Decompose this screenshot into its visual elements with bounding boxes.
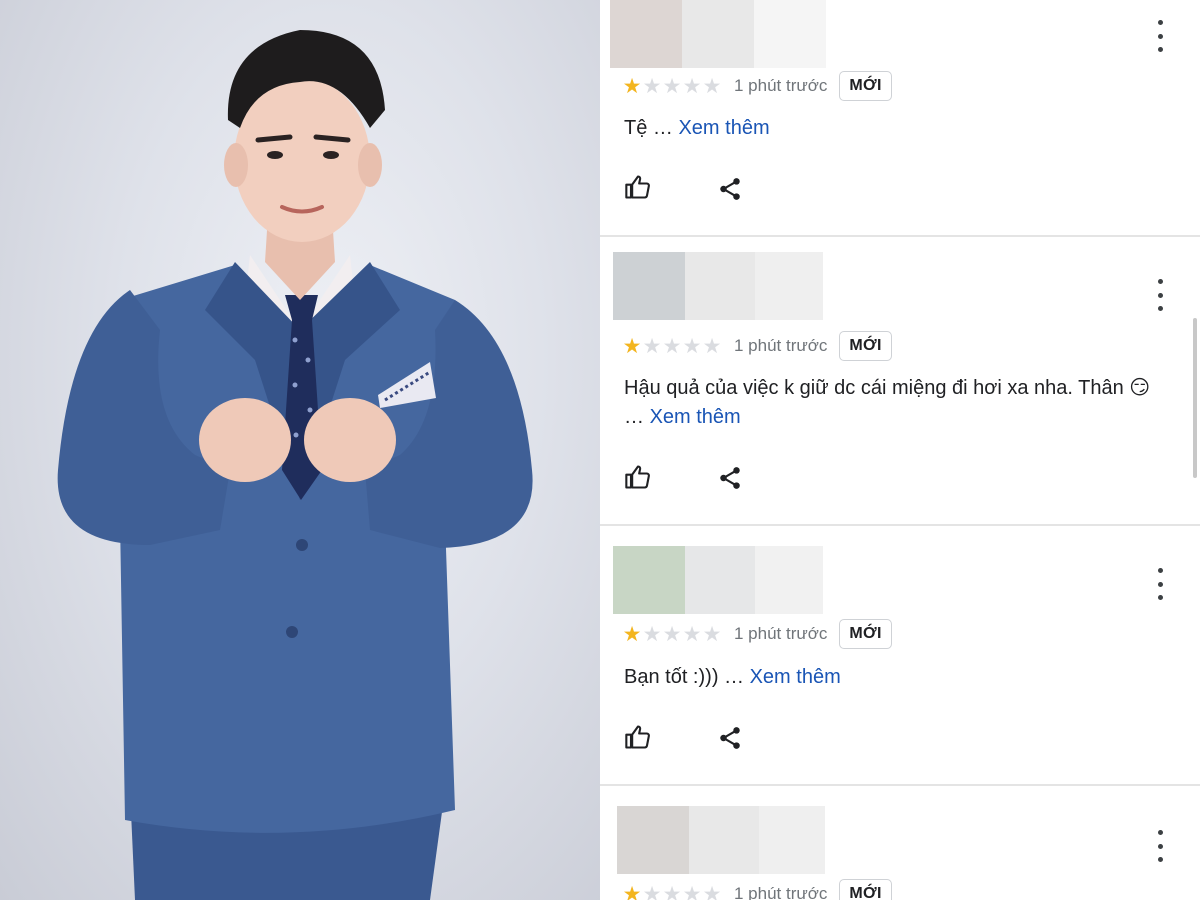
review-time: 1 phút trước: [734, 884, 828, 900]
star-empty-icon: ★: [682, 334, 702, 358]
see-more-link[interactable]: Xem thêm: [678, 117, 769, 139]
review-card: ★ ★ ★ ★ ★ 1 phút trước MỚI Bạn tốt :))) …: [600, 526, 1200, 786]
more-vertical-icon[interactable]: [1148, 568, 1172, 600]
review-meta: ★ ★ ★ ★ ★ 1 phút trước MỚI: [622, 330, 892, 362]
share-button[interactable]: [710, 718, 750, 758]
share-icon: [720, 727, 740, 749]
thumbs-up-icon: [625, 465, 650, 489]
star-empty-icon: ★: [682, 622, 702, 646]
star-empty-icon: ★: [682, 882, 702, 900]
review-card: ★ ★ ★ ★ ★ 1 phút trước MỚI Hậu quả của v…: [600, 237, 1200, 526]
thumbs-up-icon: [625, 725, 650, 749]
like-button[interactable]: [618, 167, 658, 207]
man-in-suit-illustration: [57, 30, 533, 900]
blurred-name-block: [685, 546, 755, 614]
review-text: Tệ … Xem thêm: [624, 114, 1184, 143]
new-badge: MỚI: [839, 619, 892, 649]
new-badge: MỚI: [839, 71, 892, 101]
review-time: 1 phút trước: [734, 76, 828, 95]
blurred-name-block: [759, 806, 825, 874]
star-empty-icon: ★: [682, 74, 702, 98]
star-rating: ★ ★ ★ ★ ★: [622, 336, 722, 357]
review-text: Bạn tốt :))) … Xem thêm: [624, 663, 1184, 692]
review-ellipsis: …: [624, 406, 644, 428]
star-empty-icon: ★: [702, 882, 722, 900]
star-empty-icon: ★: [662, 882, 682, 900]
star-empty-icon: ★: [702, 334, 722, 358]
see-more-link[interactable]: Xem thêm: [650, 406, 741, 428]
blurred-name-block: [755, 546, 823, 614]
reviews-list: ★ ★ ★ ★ ★ 1 phút trước MỚI Tệ … Xem thêm: [600, 0, 1200, 900]
star-empty-icon: ★: [642, 622, 662, 646]
star-empty-icon: ★: [662, 334, 682, 358]
star-empty-icon: ★: [662, 74, 682, 98]
blurred-name-block: [754, 0, 826, 68]
review-body: Hậu quả của việc k giữ dc cái miệng đi h…: [624, 377, 1151, 399]
share-icon: [720, 467, 740, 489]
star-empty-icon: ★: [662, 622, 682, 646]
blurred-avatar-block: [613, 546, 685, 614]
star-filled-icon: ★: [622, 622, 642, 646]
star-filled-icon: ★: [622, 74, 642, 98]
review-card: ★ ★ ★ ★ ★ 1 phút trước MỚI Tệ … Xem thêm: [600, 0, 1200, 237]
more-vertical-icon[interactable]: [1148, 20, 1172, 52]
star-filled-icon: ★: [622, 334, 642, 358]
star-empty-icon: ★: [642, 334, 662, 358]
share-icon: [720, 178, 740, 200]
blurred-name-block: [689, 806, 759, 874]
blurred-name-block: [755, 252, 823, 320]
like-button[interactable]: [618, 717, 658, 757]
new-badge: MỚI: [839, 331, 892, 361]
blurred-avatar-block: [610, 0, 682, 68]
see-more-link[interactable]: Xem thêm: [750, 666, 841, 688]
portrait-photo: [0, 0, 600, 900]
star-rating: ★ ★ ★ ★ ★: [622, 624, 722, 645]
star-empty-icon: ★: [642, 74, 662, 98]
star-empty-icon: ★: [642, 882, 662, 900]
review-text: Hậu quả của việc k giữ dc cái miệng đi h…: [624, 374, 1174, 432]
blurred-avatar-block: [617, 806, 689, 874]
scrollbar[interactable]: [1193, 318, 1197, 478]
star-empty-icon: ★: [702, 74, 722, 98]
review-meta: ★ ★ ★ ★ ★ 1 phút trước MỚI: [622, 618, 892, 650]
review-meta: ★ ★ ★ ★ ★ 1 phút trước MỚI: [622, 70, 892, 102]
review-meta: ★ ★ ★ ★ ★ 1 phút trước MỚI: [622, 878, 892, 900]
blurred-name-block: [682, 0, 754, 68]
share-button[interactable]: [710, 458, 750, 498]
review-body: Bạn tốt :))) …: [624, 666, 745, 688]
star-empty-icon: ★: [702, 622, 722, 646]
review-body: Tệ …: [624, 117, 673, 139]
star-rating: ★ ★ ★ ★ ★: [622, 884, 722, 900]
thumbs-up-icon: [625, 175, 650, 199]
review-card: ★ ★ ★ ★ ★ 1 phút trước MỚI: [600, 786, 1200, 900]
more-vertical-icon[interactable]: [1148, 279, 1172, 311]
blurred-avatar-block: [613, 252, 685, 320]
like-button[interactable]: [618, 457, 658, 497]
review-time: 1 phút trước: [734, 336, 828, 355]
review-time: 1 phút trước: [734, 624, 828, 643]
star-filled-icon: ★: [622, 882, 642, 900]
more-vertical-icon[interactable]: [1148, 830, 1172, 862]
share-button[interactable]: [710, 169, 750, 209]
star-rating: ★ ★ ★ ★ ★: [622, 76, 722, 97]
new-badge: MỚI: [839, 879, 892, 900]
blurred-name-block: [685, 252, 755, 320]
